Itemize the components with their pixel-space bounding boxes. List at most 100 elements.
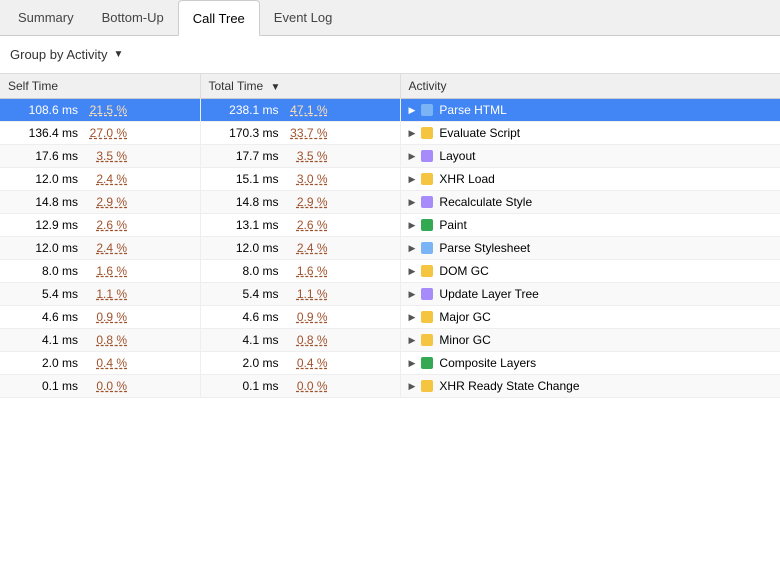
total-time-percent: 33.7 %: [283, 126, 328, 140]
self-time-value: 0.1 ms: [8, 379, 78, 393]
col-total-time[interactable]: Total Time ▼: [200, 74, 400, 99]
total-time-percent: 3.0 %: [283, 172, 328, 186]
activity-name: Composite Layers: [439, 356, 536, 370]
table-row[interactable]: 8.0 ms 1.6 % 8.0 ms 1.6 % ▶ DOM GC: [0, 260, 780, 283]
activity-color-box: [421, 219, 433, 231]
col-self-time[interactable]: Self Time: [0, 74, 200, 99]
total-time-value: 13.1 ms: [209, 218, 279, 232]
self-time-percent: 0.4 %: [82, 356, 127, 370]
activity-color-box: [421, 196, 433, 208]
table-row[interactable]: 108.6 ms 21.5 % 238.1 ms 47.1 % ▶ Parse …: [0, 99, 780, 122]
self-time-percent: 0.0 %: [82, 379, 127, 393]
self-time-percent: 2.4 %: [82, 241, 127, 255]
expand-arrow-icon[interactable]: ▶: [409, 312, 416, 323]
activity-color-box: [421, 104, 433, 116]
table-row[interactable]: 2.0 ms 0.4 % 2.0 ms 0.4 % ▶ Composite La…: [0, 352, 780, 375]
activity-name: Minor GC: [439, 333, 490, 347]
expand-arrow-icon[interactable]: ▶: [409, 266, 416, 277]
total-time-value: 15.1 ms: [209, 172, 279, 186]
total-time-value: 14.8 ms: [209, 195, 279, 209]
self-time-cell: 12.0 ms 2.4 %: [0, 168, 200, 191]
total-time-cell: 12.0 ms 2.4 %: [200, 237, 400, 260]
self-time-cell: 136.4 ms 27.0 %: [0, 122, 200, 145]
total-time-cell: 5.4 ms 1.1 %: [200, 283, 400, 306]
total-time-cell: 4.6 ms 0.9 %: [200, 306, 400, 329]
tab-summary[interactable]: Summary: [4, 0, 88, 36]
self-time-value: 5.4 ms: [8, 287, 78, 301]
table-row[interactable]: 4.6 ms 0.9 % 4.6 ms 0.9 % ▶ Major GC: [0, 306, 780, 329]
total-time-value: 17.7 ms: [209, 149, 279, 163]
self-time-cell: 5.4 ms 1.1 %: [0, 283, 200, 306]
activity-color-box: [421, 311, 433, 323]
expand-arrow-icon[interactable]: ▶: [409, 220, 416, 231]
self-time-value: 2.0 ms: [8, 356, 78, 370]
activity-color-box: [421, 127, 433, 139]
table-row[interactable]: 0.1 ms 0.0 % 0.1 ms 0.0 % ▶ XHR Ready St…: [0, 375, 780, 398]
table-row[interactable]: 12.9 ms 2.6 % 13.1 ms 2.6 % ▶ Paint: [0, 214, 780, 237]
expand-arrow-icon[interactable]: ▶: [409, 105, 416, 116]
expand-arrow-icon[interactable]: ▶: [409, 289, 416, 300]
activity-cell: ▶ XHR Load: [400, 168, 780, 191]
activity-color-box: [421, 380, 433, 392]
table-row[interactable]: 5.4 ms 1.1 % 5.4 ms 1.1 % ▶ Update Layer…: [0, 283, 780, 306]
activity-color-box: [421, 242, 433, 254]
activity-name: Parse HTML: [439, 103, 506, 117]
expand-arrow-icon[interactable]: ▶: [409, 381, 416, 392]
expand-arrow-icon[interactable]: ▶: [409, 358, 416, 369]
table-row[interactable]: 12.0 ms 2.4 % 12.0 ms 2.4 % ▶ Parse Styl…: [0, 237, 780, 260]
total-time-value: 170.3 ms: [209, 126, 279, 140]
self-time-value: 8.0 ms: [8, 264, 78, 278]
activity-cell: ▶ Evaluate Script: [400, 122, 780, 145]
total-time-cell: 170.3 ms 33.7 %: [200, 122, 400, 145]
self-time-value: 4.6 ms: [8, 310, 78, 324]
tab-bottom-up[interactable]: Bottom-Up: [88, 0, 178, 36]
expand-arrow-icon[interactable]: ▶: [409, 151, 416, 162]
activity-name: DOM GC: [439, 264, 488, 278]
self-time-cell: 17.6 ms 3.5 %: [0, 145, 200, 168]
self-time-value: 4.1 ms: [8, 333, 78, 347]
total-time-percent: 2.4 %: [283, 241, 328, 255]
total-time-percent: 0.4 %: [283, 356, 328, 370]
total-time-value: 2.0 ms: [209, 356, 279, 370]
total-time-percent: 2.9 %: [283, 195, 328, 209]
tab-event-log[interactable]: Event Log: [260, 0, 347, 36]
total-time-cell: 4.1 ms 0.8 %: [200, 329, 400, 352]
group-by-label: Group by Activity: [10, 47, 108, 62]
table-row[interactable]: 17.6 ms 3.5 % 17.7 ms 3.5 % ▶ Layout: [0, 145, 780, 168]
total-time-cell: 238.1 ms 47.1 %: [200, 99, 400, 122]
activity-color-box: [421, 265, 433, 277]
activity-name: Update Layer Tree: [439, 287, 538, 301]
total-time-value: 0.1 ms: [209, 379, 279, 393]
activity-cell: ▶ Update Layer Tree: [400, 283, 780, 306]
activity-cell: ▶ Major GC: [400, 306, 780, 329]
total-time-percent: 3.5 %: [283, 149, 328, 163]
expand-arrow-icon[interactable]: ▶: [409, 174, 416, 185]
activity-cell: ▶ Minor GC: [400, 329, 780, 352]
activity-color-box: [421, 288, 433, 300]
self-time-percent: 27.0 %: [82, 126, 127, 140]
table-row[interactable]: 136.4 ms 27.0 % 170.3 ms 33.7 % ▶ Evalua…: [0, 122, 780, 145]
table-container: Self Time Total Time ▼ Activity 108.6 ms…: [0, 74, 780, 584]
table-row[interactable]: 12.0 ms 2.4 % 15.1 ms 3.0 % ▶ XHR Load: [0, 168, 780, 191]
col-activity[interactable]: Activity: [400, 74, 780, 99]
group-bar[interactable]: Group by Activity ▼: [0, 36, 780, 74]
table-row[interactable]: 14.8 ms 2.9 % 14.8 ms 2.9 % ▶ Recalculat…: [0, 191, 780, 214]
self-time-cell: 4.6 ms 0.9 %: [0, 306, 200, 329]
activity-cell: ▶ Paint: [400, 214, 780, 237]
expand-arrow-icon[interactable]: ▶: [409, 128, 416, 139]
table-header-row: Self Time Total Time ▼ Activity: [0, 74, 780, 99]
expand-arrow-icon[interactable]: ▶: [409, 197, 416, 208]
expand-arrow-icon[interactable]: ▶: [409, 335, 416, 346]
self-time-value: 136.4 ms: [8, 126, 78, 140]
table-row[interactable]: 4.1 ms 0.8 % 4.1 ms 0.8 % ▶ Minor GC: [0, 329, 780, 352]
activity-cell: ▶ XHR Ready State Change: [400, 375, 780, 398]
self-time-cell: 12.9 ms 2.6 %: [0, 214, 200, 237]
tab-call-tree[interactable]: Call Tree: [178, 0, 260, 36]
activity-cell: ▶ Composite Layers: [400, 352, 780, 375]
activity-cell: ▶ Recalculate Style: [400, 191, 780, 214]
expand-arrow-icon[interactable]: ▶: [409, 243, 416, 254]
self-time-value: 108.6 ms: [8, 103, 78, 117]
total-time-cell: 13.1 ms 2.6 %: [200, 214, 400, 237]
self-time-percent: 2.6 %: [82, 218, 127, 232]
activity-name: Recalculate Style: [439, 195, 532, 209]
